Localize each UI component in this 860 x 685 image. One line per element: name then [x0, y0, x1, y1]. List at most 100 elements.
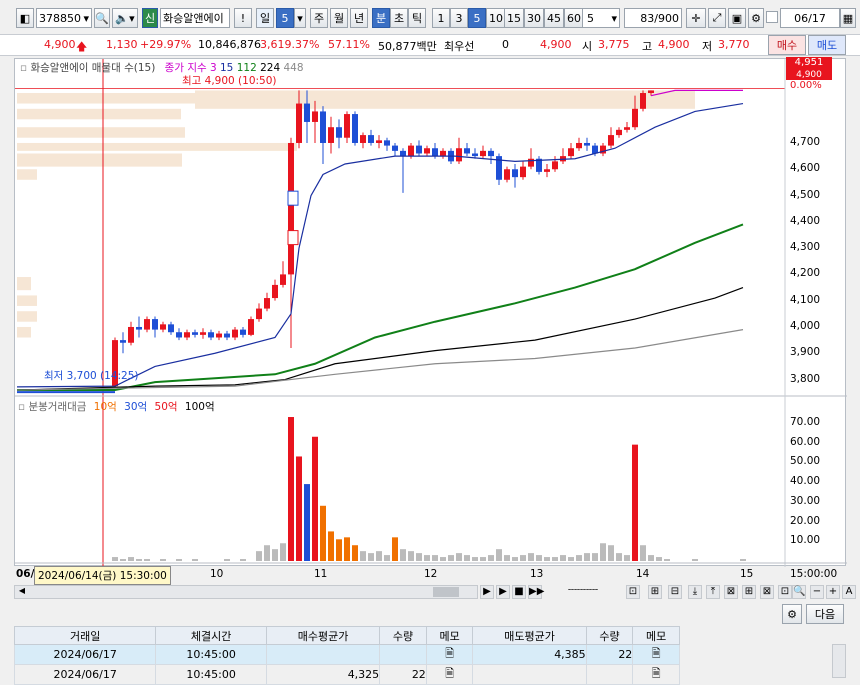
- candle-body: [432, 148, 438, 157]
- interval-10[interactable]: 10: [486, 8, 506, 28]
- volume-bar: [456, 553, 462, 561]
- speaker-icon[interactable]: 🔈▾: [112, 8, 138, 28]
- memo-icon[interactable]: 🗎: [425, 664, 474, 685]
- table-header[interactable]: 매도평균가: [472, 626, 587, 645]
- minus-icon[interactable]: −: [810, 585, 824, 599]
- stock-name-field[interactable]: 화승알앤에이: [160, 8, 230, 28]
- zoom-icon[interactable]: ⊡: [778, 585, 792, 599]
- zoom-icon[interactable]: ⊠: [724, 585, 738, 599]
- interval-1[interactable]: 1: [432, 8, 450, 28]
- scroll-thumb[interactable]: [433, 587, 459, 597]
- volume-bar: [280, 543, 286, 561]
- table-cell: [379, 644, 427, 665]
- tab-2[interactable]: 년: [350, 8, 368, 28]
- vertical-scrollbar[interactable]: [832, 644, 846, 678]
- calendar-icon[interactable]: ▦: [840, 8, 856, 28]
- candle-body: [376, 140, 382, 143]
- plus-icon[interactable]: +: [826, 585, 840, 599]
- zoom-icon[interactable]: ⊡: [626, 585, 640, 599]
- gear-icon[interactable]: ⚙: [782, 604, 802, 624]
- volume-profile-bar: [17, 142, 297, 151]
- volume-profile-bar: [17, 277, 31, 291]
- stock-code-input[interactable]: 378850 ▾: [36, 8, 92, 28]
- table-cell: 2024/06/17: [13, 644, 157, 665]
- zoom-icon[interactable]: ⊞: [648, 585, 662, 599]
- volume-bar: [608, 545, 614, 561]
- tab-3[interactable]: 분: [372, 8, 390, 28]
- table-row[interactable]: 2024/06/17 10:45:00 🗎 4,385 22 🗎: [13, 644, 680, 665]
- table-header[interactable]: 거래일: [13, 626, 157, 645]
- horizontal-scrollbar[interactable]: ◀: [14, 585, 478, 599]
- ratio-value: 57.11%: [328, 38, 370, 51]
- play-icon[interactable]: ▶: [496, 585, 510, 599]
- table-header[interactable]: 메모: [632, 626, 680, 645]
- zoom-icon[interactable]: ⤒: [706, 585, 720, 599]
- volume-tick: 50.00: [790, 455, 821, 468]
- tool-cross-icon[interactable]: ✛: [686, 8, 706, 28]
- buy-button[interactable]: 매수: [768, 35, 806, 55]
- candle-body: [272, 284, 278, 299]
- chart-panel[interactable]: [14, 58, 847, 567]
- table-row[interactable]: 2024/06/17 10:45:00 4,325 22 🗎 🗎: [13, 664, 680, 685]
- checkbox[interactable]: [766, 11, 778, 23]
- tab-0[interactable]: 주: [310, 8, 328, 28]
- gear-icon[interactable]: ⚙: [748, 8, 764, 28]
- count-select[interactable]: 5 ▾: [582, 8, 620, 28]
- x-tick: 11: [314, 568, 328, 580]
- zoom-icon[interactable]: ⊟: [668, 585, 682, 599]
- candle-body: [368, 135, 374, 143]
- table-header[interactable]: 체결시간: [155, 626, 267, 645]
- magnify-icon[interactable]: 🔍: [792, 585, 806, 599]
- volume-tick: 70.00: [790, 415, 821, 428]
- candle-body: [192, 332, 198, 335]
- table-header[interactable]: 매수평균가: [265, 626, 381, 645]
- alert-button[interactable]: !: [234, 8, 252, 28]
- tab-4[interactable]: 초: [390, 8, 408, 28]
- play-icon[interactable]: ▶: [480, 585, 494, 599]
- search-icon[interactable]: 🔍: [94, 8, 110, 28]
- credit-lock-badge[interactable]: 신: [142, 8, 158, 28]
- memo-icon[interactable]: 🗎: [632, 664, 680, 685]
- volume-profile-bar: [17, 93, 195, 104]
- volume-bar: [592, 553, 598, 561]
- scroll-left-icon[interactable]: ◀: [15, 586, 29, 598]
- volume-bar: [264, 545, 270, 561]
- table-header[interactable]: 수량: [379, 626, 427, 645]
- price-tick: 4,100: [790, 293, 821, 306]
- price-chart[interactable]: [15, 59, 847, 567]
- zoom-icon[interactable]: ⊞: [742, 585, 756, 599]
- save-icon[interactable]: ▣: [728, 8, 746, 28]
- table-header[interactable]: 수량: [585, 626, 634, 645]
- candle-body: [480, 150, 486, 157]
- volume-bar: [552, 557, 558, 561]
- memo-icon[interactable]: 🗎: [632, 644, 680, 665]
- interval-15[interactable]: 15: [504, 8, 524, 28]
- interval-5[interactable]: 5: [468, 8, 486, 28]
- chevron-down-icon: ▾: [611, 11, 617, 25]
- stop-icon[interactable]: ■: [512, 585, 526, 599]
- tab-1[interactable]: 월: [330, 8, 348, 28]
- interval-60[interactable]: 60: [564, 8, 584, 28]
- zoom-icon[interactable]: ⤓: [688, 585, 702, 599]
- volume-bar: [112, 557, 118, 561]
- auto-icon[interactable]: A: [842, 585, 856, 599]
- chevron-down-icon[interactable]: ▾: [294, 8, 306, 28]
- date-input[interactable]: 06/17: [780, 8, 840, 28]
- tool-line-icon[interactable]: ⤢: [708, 8, 726, 28]
- interval-30[interactable]: 30: [524, 8, 544, 28]
- volume-bar: [664, 559, 670, 561]
- next-button[interactable]: 다음: [806, 604, 844, 624]
- fast-forward-icon[interactable]: ▶▶: [528, 585, 544, 599]
- sell-button[interactable]: 매도: [808, 35, 846, 55]
- interval-3[interactable]: 3: [450, 8, 468, 28]
- tab-5[interactable]: 틱: [408, 8, 426, 28]
- table-header[interactable]: 메모: [425, 626, 474, 645]
- period-day-button[interactable]: 일: [256, 8, 274, 28]
- period-num-select[interactable]: 5: [276, 8, 294, 28]
- chart-menu-icon[interactable]: ◧: [16, 8, 34, 28]
- memo-icon[interactable]: 🗎: [425, 644, 474, 665]
- range-slider[interactable]: ┄┄┄┄┄: [548, 585, 618, 599]
- candle-body: [352, 114, 358, 143]
- zoom-icon[interactable]: ⊠: [760, 585, 774, 599]
- interval-45[interactable]: 45: [544, 8, 564, 28]
